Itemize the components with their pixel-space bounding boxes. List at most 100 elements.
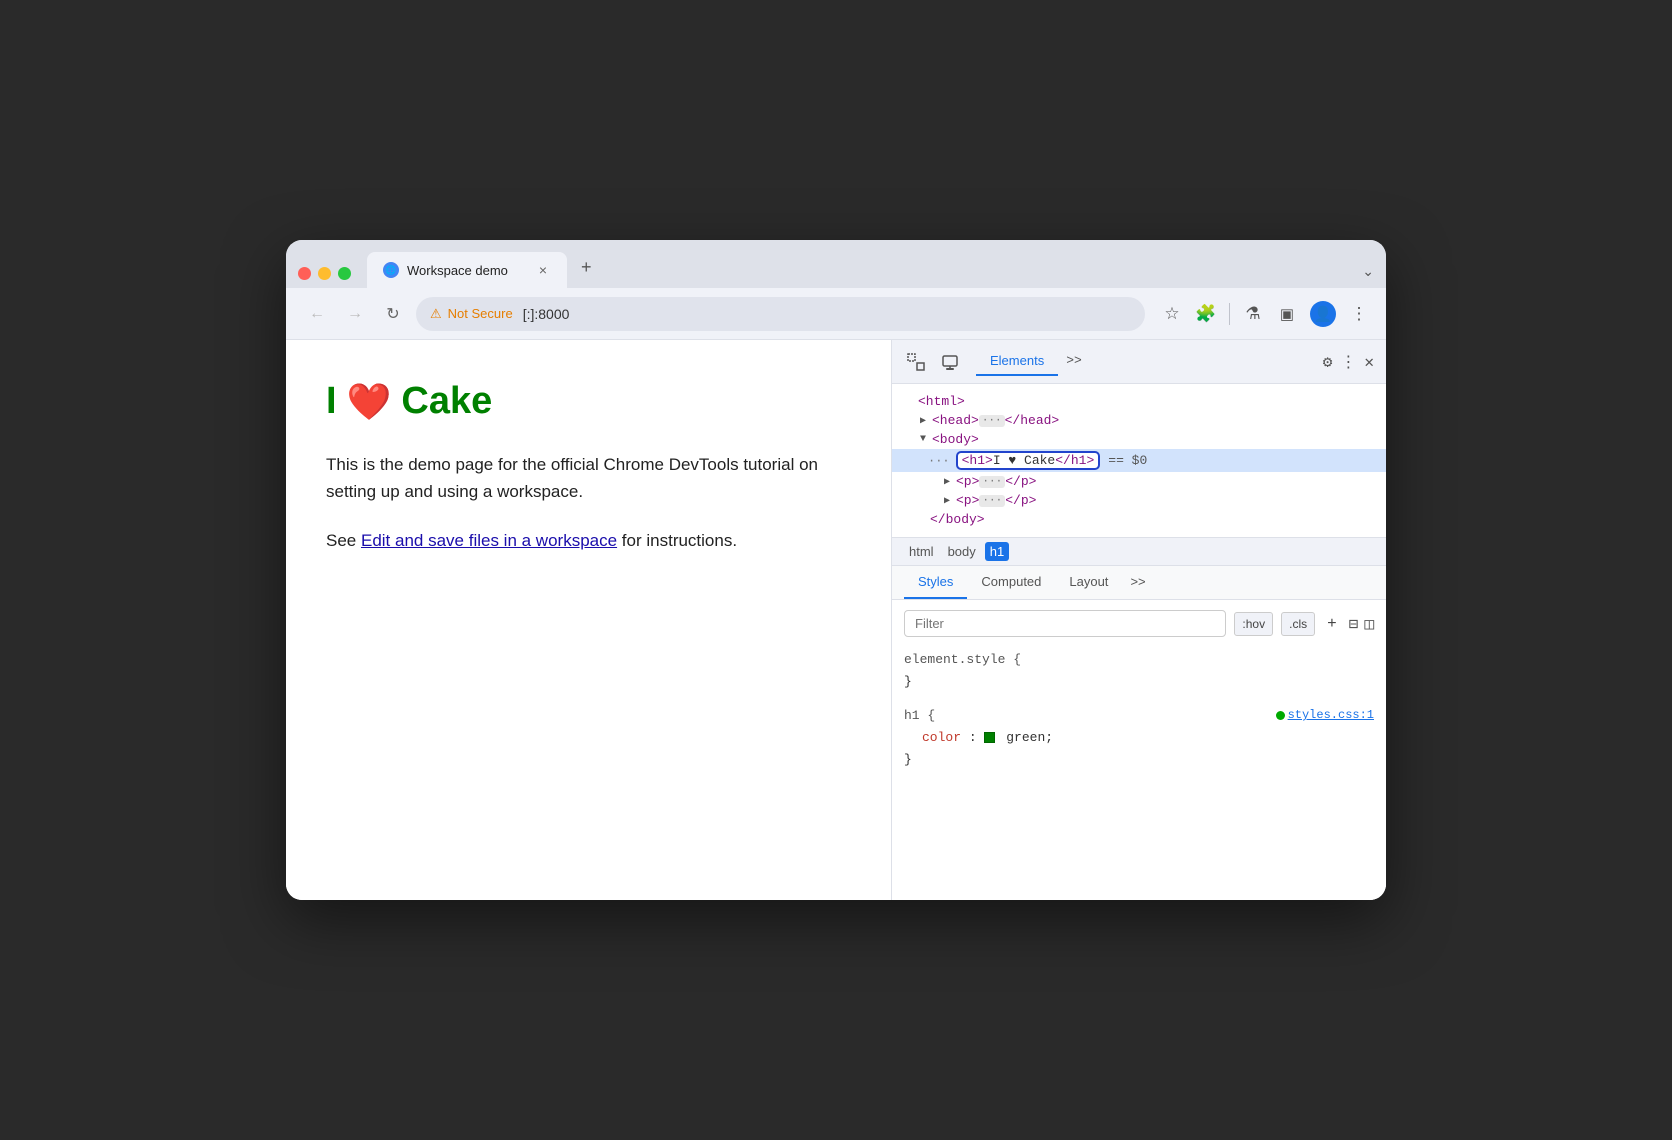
green-dot-icon xyxy=(1276,711,1285,720)
dom-html-tag: <html> xyxy=(918,394,965,409)
not-secure-label: Not Secure xyxy=(448,306,513,321)
styles-copy-icon[interactable]: ⊟ xyxy=(1349,614,1359,634)
styles-h1-selector-row: styles.css:1 h1 { xyxy=(904,705,1374,727)
styles-rule-h1: styles.css:1 h1 { color : green; } xyxy=(904,705,1374,771)
breadcrumb-html[interactable]: html xyxy=(904,542,939,561)
maximize-traffic-light[interactable] xyxy=(338,267,351,280)
dom-p1-open: <p> xyxy=(956,474,979,489)
styles-cls-button[interactable]: .cls xyxy=(1281,612,1315,636)
dom-h1-highlight: <h1>I ♥ Cake</h1> xyxy=(956,451,1101,470)
styles-colon: : xyxy=(969,730,985,745)
sidebar-button[interactable]: ▣ xyxy=(1276,303,1298,325)
nav-right-icons: ☆ 🧩 ⚗ ▣ 👤 ⋮ xyxy=(1161,301,1370,327)
styles-hov-button[interactable]: :hov xyxy=(1234,612,1273,636)
styles-source-link[interactable]: styles.css:1 xyxy=(1276,705,1374,725)
dom-tree: <html> ▶ <head> ··· </head> ▼ <body> ··· xyxy=(892,384,1386,538)
workspace-link[interactable]: Edit and save files in a workspace xyxy=(361,531,617,550)
device-toolbar-button[interactable] xyxy=(938,350,962,374)
dom-h1-line[interactable]: ··· <h1>I ♥ Cake</h1> == $0 xyxy=(892,449,1386,472)
styles-tab-styles[interactable]: Styles xyxy=(904,566,967,599)
breadcrumb-body[interactable]: body xyxy=(943,542,981,561)
page-content: I ❤️ Cake This is the demo page for the … xyxy=(286,340,891,900)
dom-h1-dots[interactable]: ··· xyxy=(928,454,950,468)
tab-dropdown-button[interactable]: ⌄ xyxy=(1362,263,1374,280)
tab-close-button[interactable]: × xyxy=(535,260,551,280)
dom-head-ellipsis[interactable]: ··· xyxy=(979,415,1005,427)
browser-window: 🌐 Workspace demo × + ⌄ ← → ↻ ⚠ Not Secur… xyxy=(286,240,1386,900)
dom-body-close-tag: </body> xyxy=(930,512,985,527)
devtools-settings-button[interactable]: ⚙ xyxy=(1323,352,1333,372)
dom-p1-ellipsis[interactable]: ··· xyxy=(979,476,1005,488)
address-bar[interactable]: ⚠ Not Secure [:]:8000 xyxy=(416,297,1145,331)
styles-h1-selector: h1 { xyxy=(904,708,935,723)
dom-p1-close: </p> xyxy=(1005,474,1036,489)
styles-element-close: } xyxy=(904,671,1374,693)
active-tab[interactable]: 🌐 Workspace demo × xyxy=(367,252,567,288)
devtools-toolbar: Elements >> ⚙ ⋮ ✕ xyxy=(892,340,1386,384)
dom-head-line[interactable]: ▶ <head> ··· </head> xyxy=(892,411,1386,430)
inspect-tool-button[interactable] xyxy=(904,350,928,374)
dom-p1-triangle[interactable]: ▶ xyxy=(940,475,954,489)
labs-button[interactable]: ⚗ xyxy=(1242,303,1264,325)
dom-h1-dollar: == $0 xyxy=(1108,453,1147,468)
profile-avatar[interactable]: 👤 xyxy=(1310,301,1336,327)
dom-p2-line[interactable]: ▶ <p> ··· </p> xyxy=(892,491,1386,510)
dom-p2-ellipsis[interactable]: ··· xyxy=(979,495,1005,507)
page-paragraph-2: See Edit and save files in a workspace f… xyxy=(326,527,851,554)
devtools-menu-button[interactable]: ⋮ xyxy=(1340,352,1356,372)
browser-menu-button[interactable]: ⋮ xyxy=(1348,303,1370,325)
back-button[interactable]: ← xyxy=(302,299,332,329)
minimize-traffic-light[interactable] xyxy=(318,267,331,280)
dom-body-triangle[interactable]: ▼ xyxy=(916,433,930,447)
devtools-tabs-more[interactable]: >> xyxy=(1058,347,1090,376)
tab-title: Workspace demo xyxy=(407,263,527,278)
heading-cake: Cake xyxy=(401,380,492,423)
dom-head-close: </head> xyxy=(1005,413,1060,428)
extensions-button[interactable]: 🧩 xyxy=(1195,303,1217,325)
styles-tabs: Styles Computed Layout >> xyxy=(892,566,1386,600)
security-warning-icon: ⚠ xyxy=(430,306,442,322)
close-traffic-light[interactable] xyxy=(298,267,311,280)
styles-tab-computed[interactable]: Computed xyxy=(967,566,1055,599)
dom-head-triangle[interactable]: ▶ xyxy=(916,414,930,428)
styles-h1-color-property: color : green; xyxy=(922,727,1374,749)
styles-tabs-more[interactable]: >> xyxy=(1122,566,1153,599)
dom-body-close-line[interactable]: </body> xyxy=(892,510,1386,529)
styles-prop-value: green; xyxy=(1006,730,1053,745)
nav-divider xyxy=(1229,303,1230,325)
styles-sidebar-icon[interactable]: ◫ xyxy=(1364,614,1374,634)
dom-h1-content: I ♥ Cake xyxy=(993,453,1055,468)
dom-html-line[interactable]: <html> xyxy=(892,392,1386,411)
styles-filter-input[interactable] xyxy=(904,610,1226,637)
dom-p2-triangle[interactable]: ▶ xyxy=(940,494,954,508)
bookmark-button[interactable]: ☆ xyxy=(1161,303,1183,325)
dom-h1-open: <h1> xyxy=(962,453,993,468)
reload-button[interactable]: ↻ xyxy=(378,299,408,329)
dom-body-line[interactable]: ▼ <body> xyxy=(892,430,1386,449)
heading-i: I xyxy=(326,380,337,423)
dom-p2-open: <p> xyxy=(956,493,979,508)
styles-content: :hov .cls + ⊟ ◫ element.style { xyxy=(892,600,1386,900)
color-swatch-green[interactable] xyxy=(984,732,995,743)
devtools-tabs: Elements >> xyxy=(972,347,1313,376)
dom-h1-close: </h1> xyxy=(1055,453,1094,468)
devtools-close-button[interactable]: ✕ xyxy=(1364,352,1374,372)
dom-p1-line[interactable]: ▶ <p> ··· </p> xyxy=(892,472,1386,491)
styles-tab-layout[interactable]: Layout xyxy=(1055,566,1122,599)
breadcrumb-h1[interactable]: h1 xyxy=(985,542,1009,561)
page-body: This is the demo page for the official C… xyxy=(326,451,851,555)
devtools-panel: Elements >> ⚙ ⋮ ✕ <html> ▶ xyxy=(891,340,1386,900)
tab-favicon: 🌐 xyxy=(383,262,399,278)
new-tab-button[interactable]: + xyxy=(571,251,602,288)
styles-add-rule-button[interactable]: + xyxy=(1323,613,1341,635)
devtools-tab-elements[interactable]: Elements xyxy=(976,347,1058,376)
heart-emoji: ❤️ xyxy=(347,381,392,423)
styles-close-brace: } xyxy=(904,674,912,689)
styles-rule-element: element.style { } xyxy=(904,649,1374,693)
content-area: I ❤️ Cake This is the demo page for the … xyxy=(286,340,1386,900)
tab-bar: 🌐 Workspace demo × + ⌄ xyxy=(286,240,1386,288)
dom-head-open: <head> xyxy=(932,413,979,428)
forward-button[interactable]: → xyxy=(340,299,370,329)
dom-p2-close: </p> xyxy=(1005,493,1036,508)
styles-panel: Styles Computed Layout >> :hov .cls + ⊟ xyxy=(892,566,1386,900)
